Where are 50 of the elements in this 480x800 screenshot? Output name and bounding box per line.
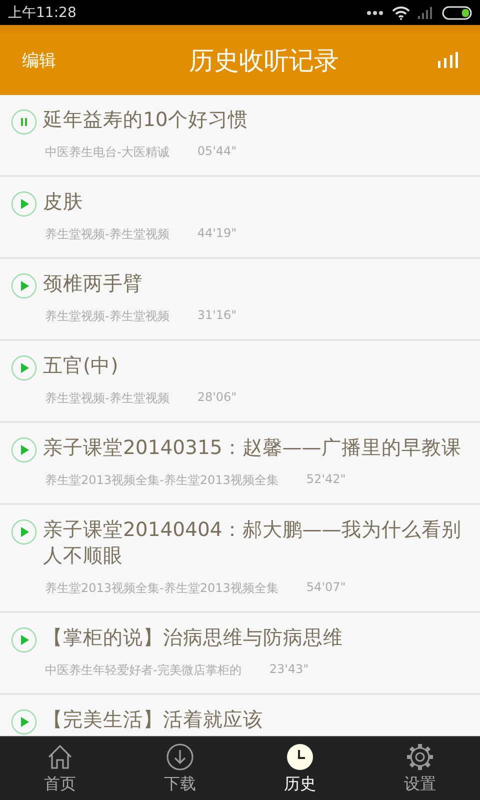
pause-icon[interactable] <box>11 109 37 135</box>
duration-label: 05'44" <box>197 144 237 160</box>
edit-button[interactable]: 编辑 <box>22 48 56 72</box>
duration-label: 31'16" <box>197 308 237 324</box>
play-icon[interactable] <box>11 273 37 299</box>
signal-icon <box>418 6 434 18</box>
play-icon[interactable] <box>11 627 37 653</box>
dots-icon <box>366 10 384 16</box>
battery-icon <box>442 6 472 20</box>
page-title: 历史收听记录 <box>189 44 339 76</box>
tab-label: 设置 <box>404 774 436 794</box>
tab[interactable]: 历史 <box>240 737 360 800</box>
item-title[interactable]: 亲子课堂20140315：赵馨——广播里的早教课 <box>43 435 472 461</box>
clock-icon <box>286 742 314 770</box>
play-icon[interactable] <box>11 191 37 217</box>
item-title[interactable]: 【完美生活】活着就应该 <box>43 707 472 733</box>
duration-label: 23'43" <box>269 662 309 678</box>
play-icon[interactable] <box>11 519 37 545</box>
wifi-icon <box>392 6 410 20</box>
source-label: 养生堂2013视频全集-养生堂2013视频全集 <box>45 580 278 597</box>
item-title[interactable]: 皮肤 <box>43 189 472 215</box>
item-title[interactable]: 亲子课堂20140404：郝大鹏——我为什么看别人不顺眼 <box>43 517 472 569</box>
source-label: 养生堂视频-养生堂视频 <box>45 308 170 325</box>
duration-label: 28'06" <box>197 390 237 406</box>
item-title[interactable]: 【掌柜的说】治病思维与防病思维 <box>43 625 472 651</box>
download-icon <box>166 742 194 770</box>
home-icon <box>46 742 74 770</box>
play-icon[interactable] <box>11 355 37 381</box>
clock: 上午11:28 <box>8 4 76 22</box>
source-label: 养生堂2013视频全集-养生堂2013视频全集 <box>45 472 278 489</box>
tab[interactable]: 首页 <box>0 737 120 800</box>
source-label: 养生堂视频-养生堂视频 <box>45 390 170 407</box>
tab[interactable]: 设置 <box>360 737 480 800</box>
play-icon[interactable] <box>11 709 37 735</box>
source-label: 养生堂视频-养生堂视频 <box>45 226 170 243</box>
source-label: 中医养生电台-大医精诚 <box>45 144 170 161</box>
play-icon[interactable] <box>11 437 37 463</box>
item-title[interactable]: 五官(中) <box>43 353 472 379</box>
duration-label: 52'42" <box>306 472 346 488</box>
equalizer-icon[interactable] <box>438 52 458 68</box>
settings-icon <box>406 742 434 770</box>
duration-label: 54'07" <box>306 580 346 596</box>
duration-label: 44'19" <box>197 226 237 242</box>
source-label: 中医养生年轻爱好者-完美微店掌柜的 <box>45 662 242 679</box>
item-title[interactable]: 延年益寿的10个好习惯 <box>43 107 472 133</box>
tab-label: 历史 <box>284 774 316 794</box>
tab-label: 首页 <box>44 774 76 794</box>
tab[interactable]: 下载 <box>120 737 240 800</box>
tab-label: 下载 <box>164 774 196 794</box>
item-title[interactable]: 颈椎两手臂 <box>43 271 472 297</box>
